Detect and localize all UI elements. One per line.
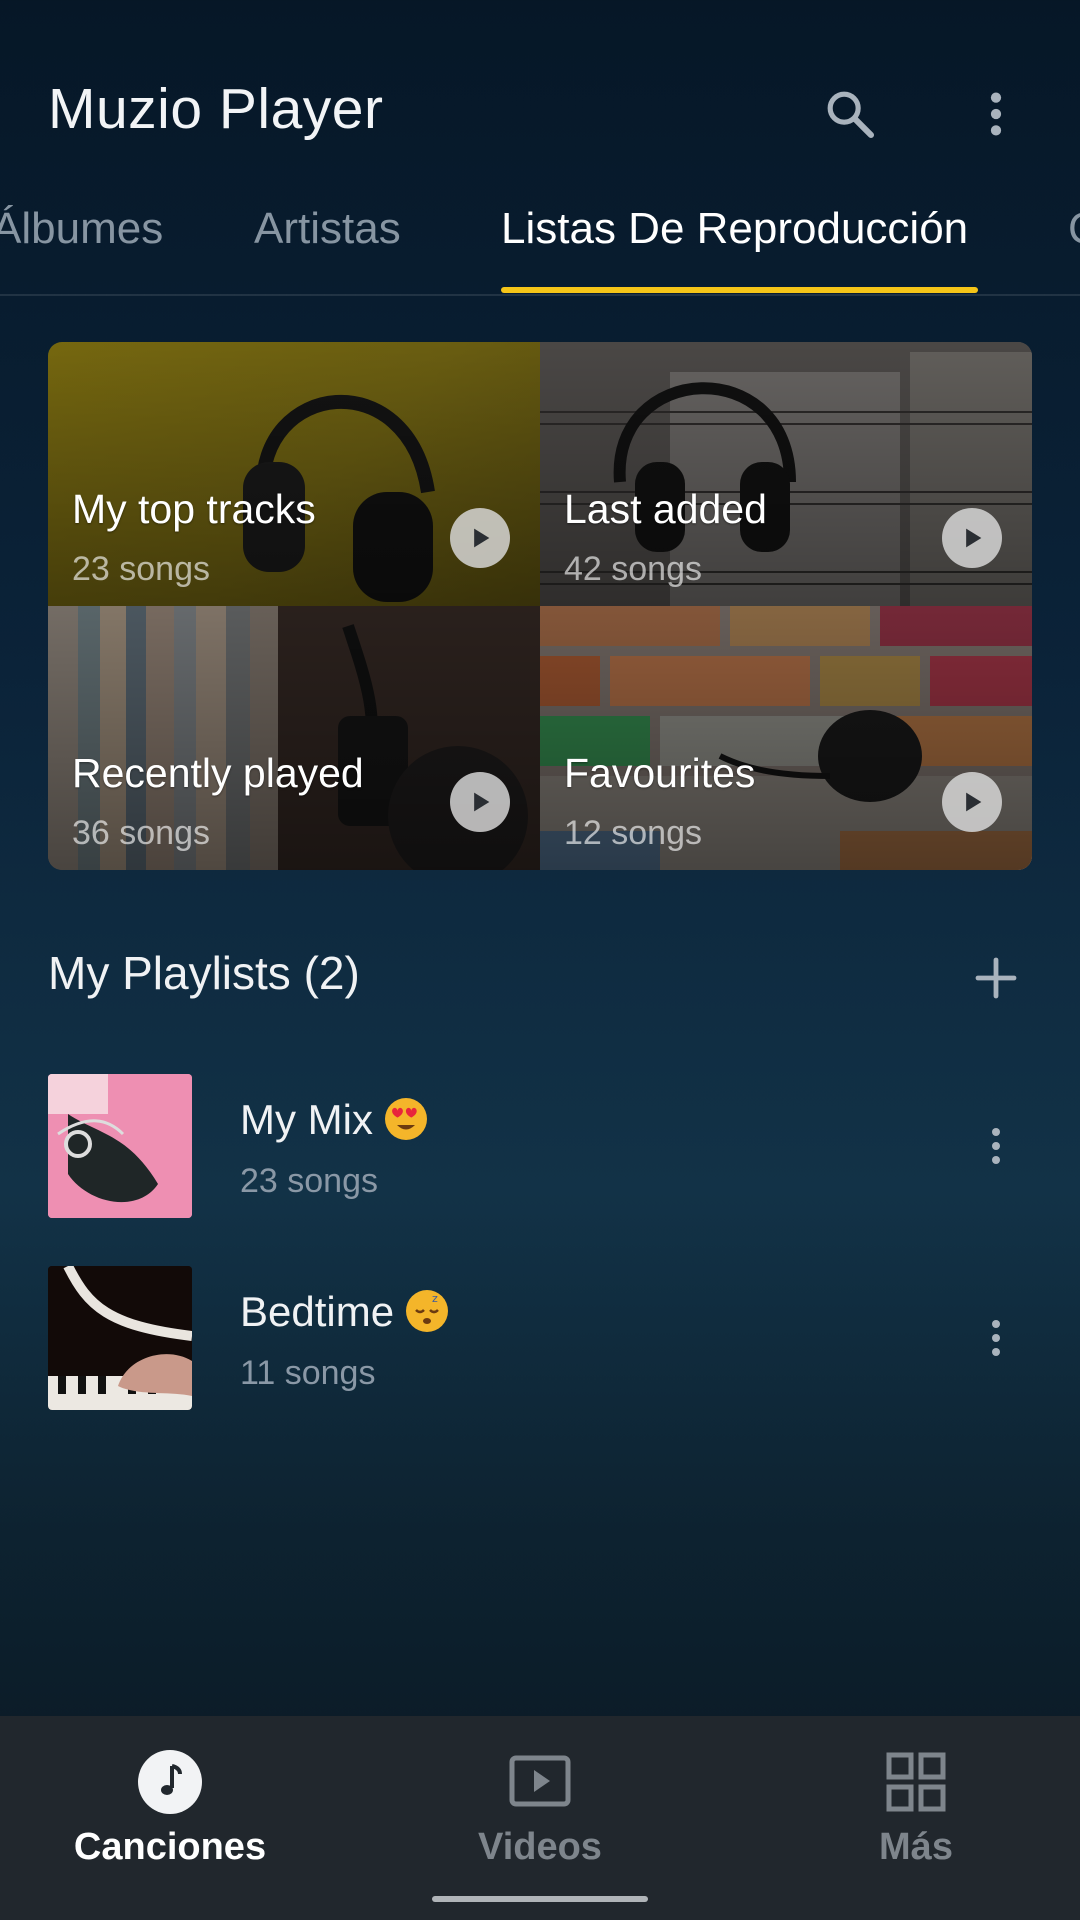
smart-playlist-my-top-tracks[interactable]: My top tracks 23 songs: [48, 342, 540, 606]
music-note-icon: [138, 1750, 202, 1814]
heart-eyes-emoji-icon: [384, 1098, 427, 1140]
playlist-cover-image: [48, 1074, 192, 1218]
overflow-menu-button[interactable]: [964, 82, 1028, 146]
play-icon: [474, 528, 490, 548]
playlist-options-button[interactable]: [964, 1306, 1028, 1370]
more-vert-icon: [992, 1320, 1000, 1356]
nav-label: Videos: [478, 1826, 602, 1868]
plus-icon: [975, 957, 1017, 999]
smart-playlist-last-added[interactable]: Last added 42 songs: [540, 342, 1032, 606]
nav-label: Canciones: [73, 1826, 267, 1868]
tab-listas-de-reproduccion[interactable]: Listas De Reproducción: [501, 204, 968, 254]
more-vert-icon: [990, 92, 1002, 136]
sleeping-face-emoji-icon: z: [406, 1290, 449, 1332]
playlist-name-text: My Mix: [240, 1096, 373, 1143]
more-vert-icon: [992, 1128, 1000, 1164]
app-title: Muzio Player: [48, 77, 384, 141]
svg-text:z: z: [432, 1292, 438, 1305]
my-playlists-title: My Playlists (2): [48, 947, 360, 999]
playlist-name-text: Bedtime: [240, 1288, 395, 1335]
playlist-name: My Mix: [240, 1096, 427, 1144]
tile-count: 12 songs: [564, 814, 702, 852]
playlist-row-my-mix[interactable]: My Mix 23 songs: [0, 1074, 1080, 1224]
tab-next-partial[interactable]: C: [1068, 204, 1080, 254]
smart-playlist-recently-played[interactable]: Recently played 36 songs: [48, 606, 540, 870]
playlist-options-button[interactable]: [964, 1114, 1028, 1178]
tile-name: Favourites: [564, 750, 756, 796]
play-button[interactable]: [942, 772, 1002, 832]
tab-artistas[interactable]: Artistas: [254, 204, 401, 254]
playlist-name: Bedtime z: [240, 1288, 449, 1336]
grid-icon: [884, 1750, 948, 1814]
active-tab-indicator: [501, 287, 978, 293]
add-playlist-button[interactable]: [964, 946, 1028, 1010]
playlist-count: 11 songs: [240, 1354, 376, 1392]
tile-name: Recently played: [72, 750, 364, 796]
tile-name: Last added: [564, 486, 767, 532]
play-button[interactable]: [942, 508, 1002, 568]
search-button[interactable]: [818, 82, 882, 146]
playlist-cover-image: [48, 1266, 192, 1410]
video-play-icon: [508, 1750, 572, 1814]
play-icon: [474, 792, 490, 812]
nav-label: Más: [879, 1826, 953, 1868]
smart-playlist-favourites[interactable]: Favourites 12 songs: [540, 606, 1032, 870]
play-button[interactable]: [450, 772, 510, 832]
playlist-count: 23 songs: [240, 1162, 378, 1200]
bottom-navigation: Canciones Videos Más: [0, 1716, 1080, 1920]
play-icon: [966, 528, 982, 548]
tile-name: My top tracks: [72, 486, 316, 532]
tab-albumes[interactable]: Álbumes: [0, 204, 163, 254]
home-indicator: [432, 1896, 648, 1902]
tile-count: 23 songs: [72, 550, 210, 588]
tab-bar: Álbumes Artistas Listas De Reproducción …: [0, 190, 1080, 296]
smart-playlist-grid: My top tracks 23 songs Last added 42 son…: [48, 342, 1032, 870]
play-icon: [966, 792, 982, 812]
playlist-row-bedtime[interactable]: Bedtime z 11 songs: [0, 1266, 1080, 1416]
tile-count: 36 songs: [72, 814, 210, 852]
tile-count: 42 songs: [564, 550, 702, 588]
play-button[interactable]: [450, 508, 510, 568]
search-icon: [827, 91, 875, 139]
